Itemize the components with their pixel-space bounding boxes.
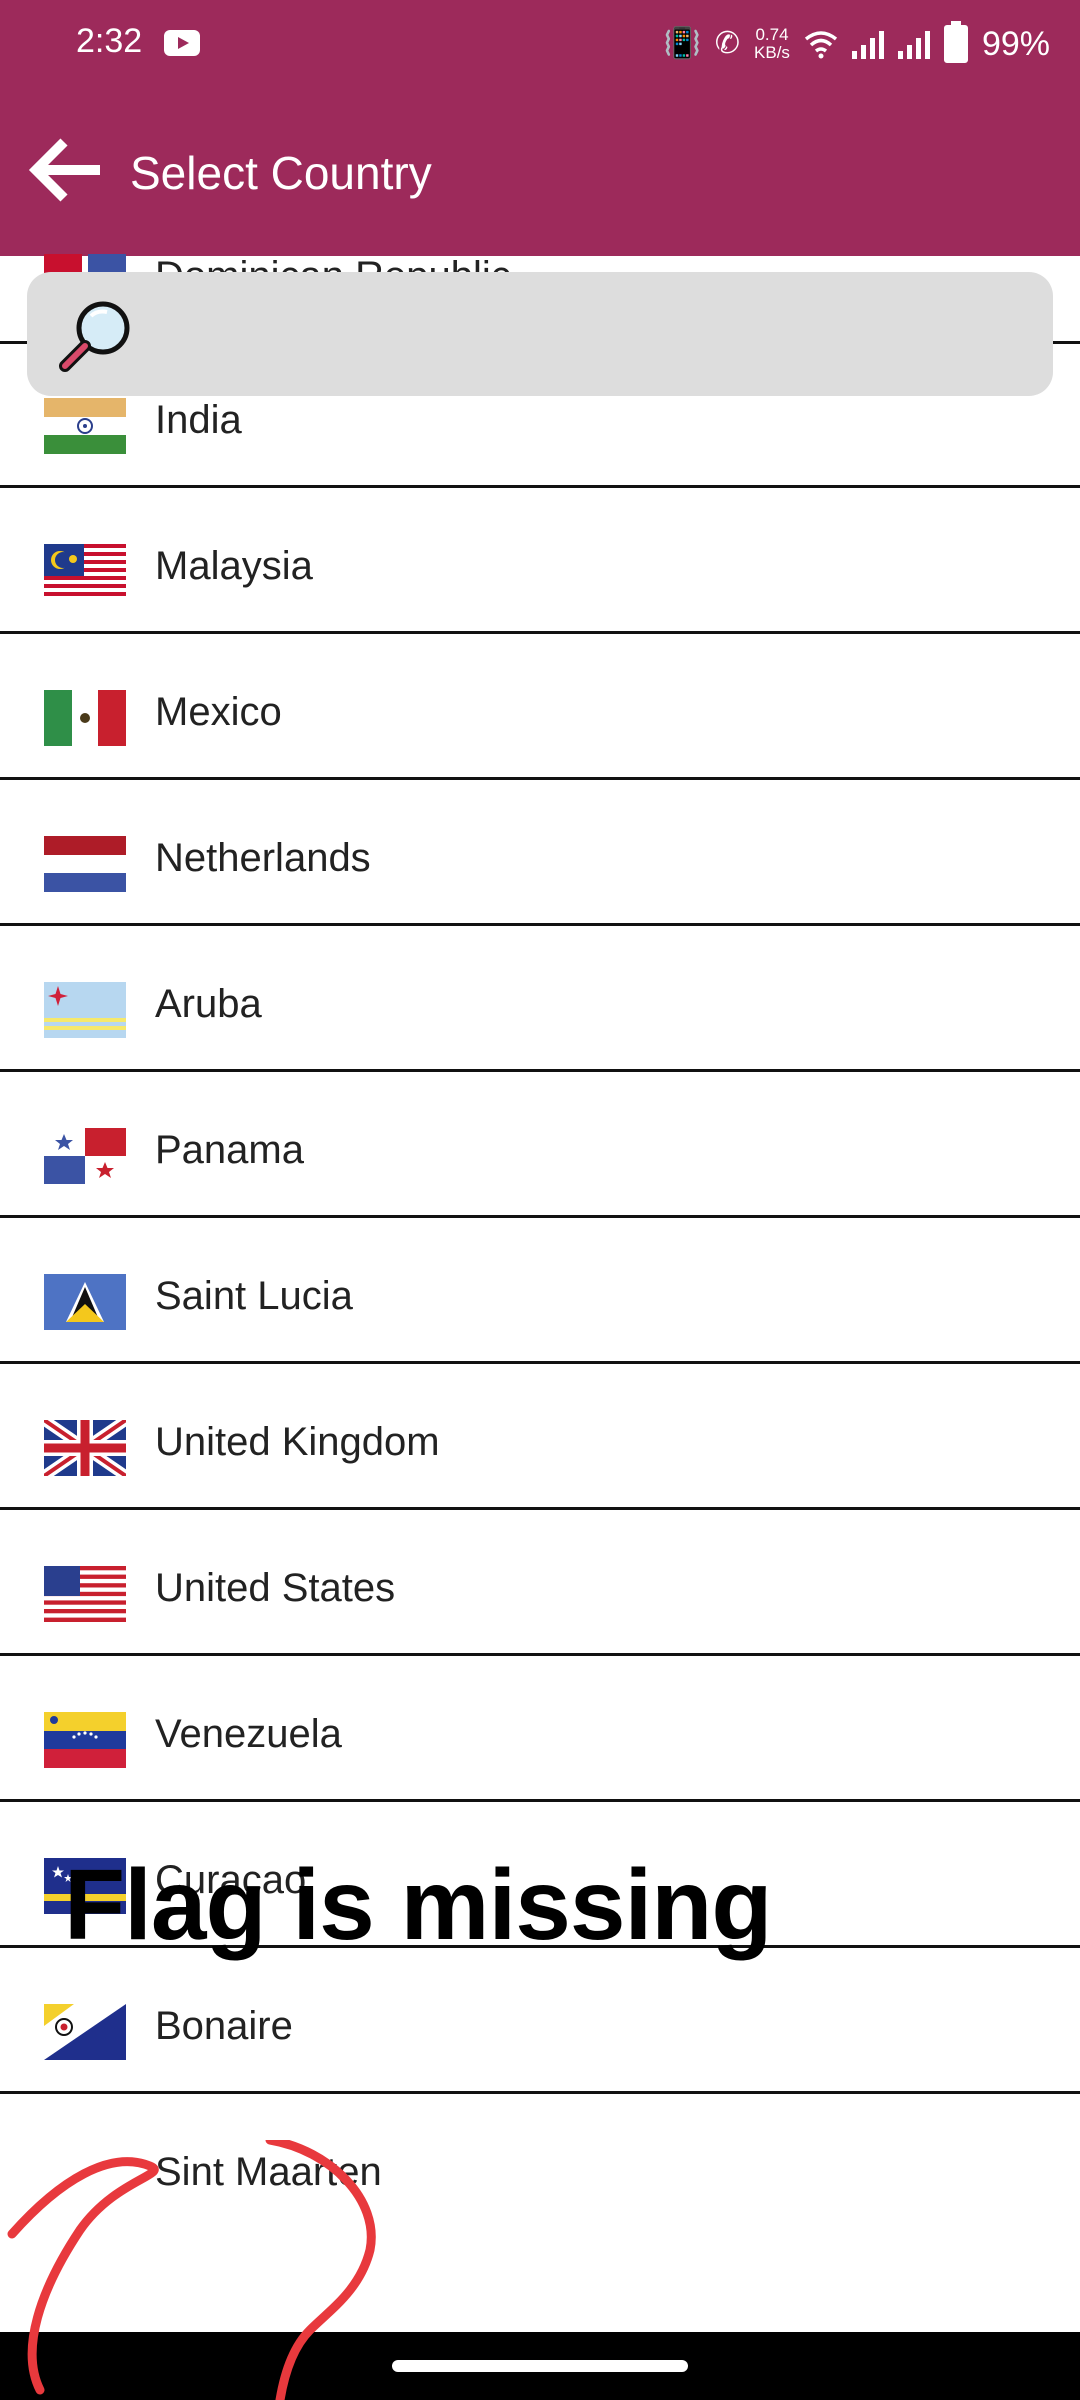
venezuela-flag-icon: [44, 1712, 126, 1768]
battery-icon: [943, 21, 968, 63]
wifi-icon: [804, 31, 838, 59]
youtube-icon: [164, 30, 200, 56]
country-name: Netherlands: [155, 836, 371, 880]
country-name: India: [155, 398, 242, 442]
network-speed-unit: KB/s: [754, 43, 790, 62]
country-name: Mexico: [155, 690, 282, 734]
country-row-united-states[interactable]: United States: [0, 1512, 1080, 1656]
netherlands-flag-icon: [44, 836, 126, 892]
country-name: Bonaire: [155, 2004, 293, 2048]
saint-lucia-flag-icon: [44, 1274, 126, 1330]
network-speed: 0.74 KB/s: [754, 26, 790, 62]
red-circle-annotation: [7, 2140, 376, 2400]
signal-icon: [851, 29, 884, 59]
network-speed-value: 0.74: [755, 25, 789, 44]
page-title: Select Country: [130, 147, 432, 199]
malaysia-flag-icon: [44, 544, 126, 600]
country-name: Panama: [155, 1128, 304, 1172]
arrow-left-icon[interactable]: [24, 130, 104, 210]
status-bar: 2:32 📳 ✆ 0.74 KB/s 99%: [0, 0, 1080, 88]
annotation-label: Flag is missing: [64, 1849, 772, 1961]
vibrate-icon: 📳: [663, 26, 701, 61]
country-name: United Kingdom: [155, 1420, 440, 1464]
panama-flag-icon: [44, 1128, 126, 1184]
country-name: Saint Lucia: [155, 1274, 353, 1318]
country-row-panama[interactable]: Panama: [0, 1074, 1080, 1218]
wifi-calling-icon: ✆: [714, 26, 741, 61]
country-row-united-kingdom[interactable]: United Kingdom: [0, 1366, 1080, 1510]
country-name: Venezuela: [155, 1712, 342, 1756]
country-name: Aruba: [155, 982, 262, 1026]
india-flag-icon: [44, 398, 126, 454]
search-input[interactable]: [27, 272, 1053, 396]
country-row-mexico[interactable]: Mexico: [0, 636, 1080, 780]
bonaire-flag-icon: [44, 2004, 126, 2060]
country-name: Malaysia: [155, 544, 313, 588]
aruba-flag-icon: [44, 982, 126, 1038]
mexico-flag-icon: [44, 690, 126, 746]
status-time: 2:32: [76, 22, 143, 60]
status-icons: 📳 ✆ 0.74 KB/s 99%: [664, 18, 1050, 70]
united-states-flag-icon: [44, 1566, 126, 1622]
united-kingdom-flag-icon: [44, 1420, 126, 1476]
country-row-netherlands[interactable]: Netherlands: [0, 782, 1080, 926]
country-row-aruba[interactable]: Aruba: [0, 928, 1080, 1072]
magnifier-icon: [59, 301, 130, 372]
country-name: United States: [155, 1566, 396, 1610]
battery-percent: 99%: [981, 24, 1050, 63]
signal-icon-2: [897, 29, 930, 59]
home-indicator[interactable]: [392, 2360, 688, 2372]
country-row-malaysia[interactable]: Malaysia: [0, 490, 1080, 634]
country-row-venezuela[interactable]: Venezuela: [0, 1658, 1080, 1802]
country-row-bonaire[interactable]: Bonaire: [0, 1950, 1080, 2094]
country-row-saint-lucia[interactable]: Saint Lucia: [0, 1220, 1080, 1364]
